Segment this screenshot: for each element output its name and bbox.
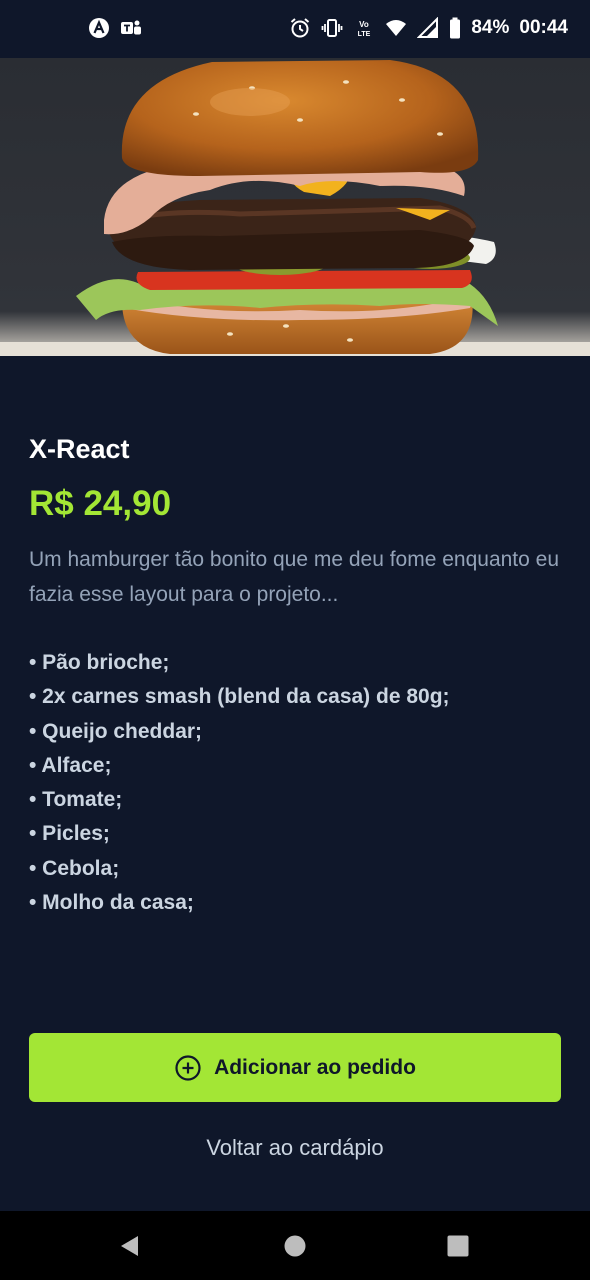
add-to-order-button[interactable]: Adicionar ao pedido: [29, 1033, 561, 1102]
clock: 00:44: [519, 17, 568, 38]
home-icon[interactable]: [282, 1233, 308, 1259]
status-bar: Vo LTE 84% 00:44: [0, 0, 590, 58]
vibrate-icon: [321, 17, 343, 39]
wifi-icon: [385, 17, 407, 39]
product-detail-screen: Vo LTE 84% 00:44 X-React R$ 24,90 Um ham…: [0, 0, 590, 1280]
ingredient-item: • Molho da casa;: [29, 891, 194, 915]
alarm-icon: [289, 17, 311, 39]
battery-icon: [449, 17, 461, 39]
volte-icon: Vo LTE: [353, 17, 375, 39]
ingredient-item: • Cebola;: [29, 856, 120, 880]
teams-icon: [120, 17, 142, 39]
battery-level: 84%: [471, 17, 510, 38]
ingredient-list: • Pão brioche; • 2x carnes smash (blend …: [29, 646, 561, 920]
ingredient-item: • Alface;: [29, 753, 112, 777]
svg-text:Vo: Vo: [360, 20, 370, 29]
add-to-order-label: Adicionar ao pedido: [214, 1055, 416, 1079]
product-name: X-React: [29, 434, 130, 464]
back-icon[interactable]: [117, 1233, 143, 1259]
product-price: R$ 24,90: [29, 484, 172, 523]
recent-apps-icon[interactable]: [445, 1233, 471, 1259]
app-a-icon: [88, 17, 110, 39]
plus-circle-icon: [174, 1054, 202, 1082]
navigation-bar: [0, 1211, 590, 1280]
signal-icon: [417, 17, 439, 39]
back-to-menu-link[interactable]: Voltar ao cardápio: [0, 1130, 590, 1166]
product-description: Um hamburger tão bonito que me deu fome …: [29, 548, 560, 606]
svg-text:LTE: LTE: [358, 31, 371, 38]
ingredient-item: • 2x carnes smash (blend da casa) de 80g…: [29, 685, 450, 709]
ingredient-item: • Tomate;: [29, 788, 123, 812]
product-image: [0, 58, 590, 356]
ingredient-item: • Pão brioche;: [29, 651, 170, 674]
ingredient-item: • Picles;: [29, 822, 110, 846]
ingredient-item: • Queijo cheddar;: [29, 719, 203, 743]
